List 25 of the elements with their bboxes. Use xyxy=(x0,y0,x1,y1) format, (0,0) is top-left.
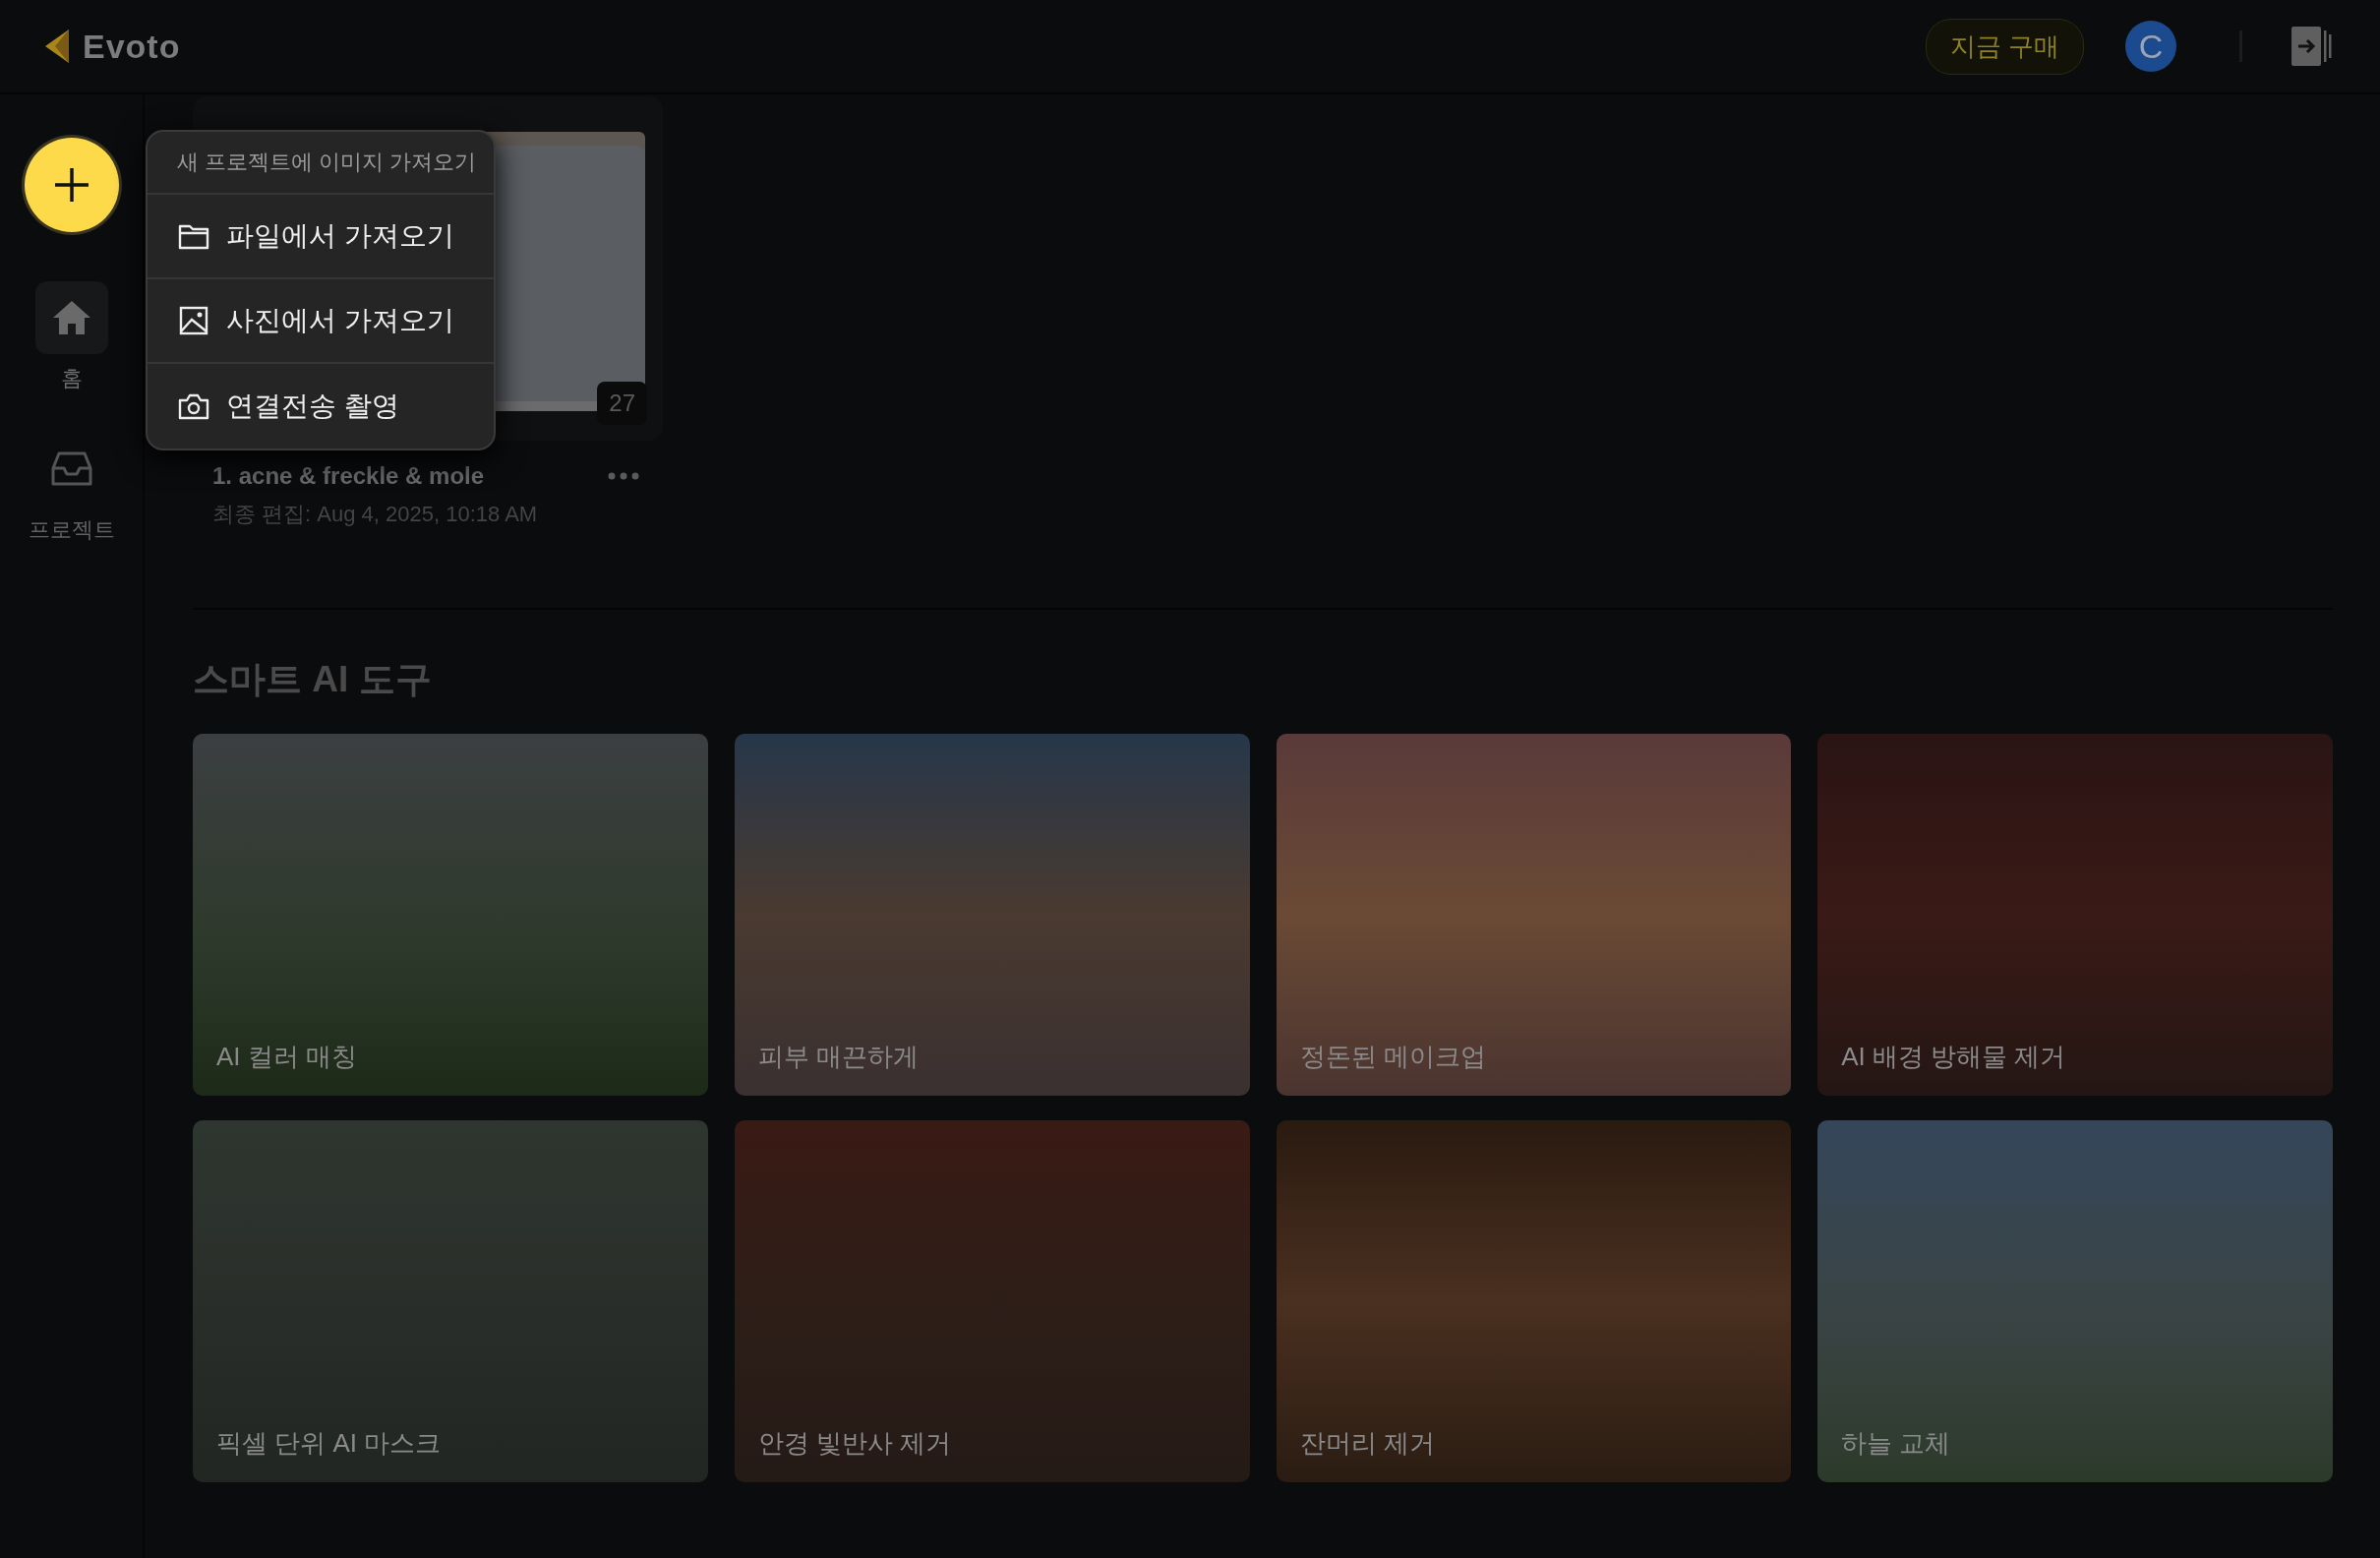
menu-item[interactable]: 사진에서 가져오기 xyxy=(148,279,494,364)
menu-item[interactable]: 연결전송 촬영 xyxy=(148,364,494,449)
tool-card[interactable]: 하늘 교체 xyxy=(1817,1120,2333,1482)
image-icon xyxy=(177,304,210,337)
panel-arrow-icon[interactable] xyxy=(2291,27,2333,66)
last-edited-text: 최종 편집: Aug 4, 2025, 10:18 AM xyxy=(211,501,539,528)
app-logo-text: Evoto xyxy=(83,27,181,66)
menu-title: 새 프로젝트에 이미지 가져오기 xyxy=(148,132,494,195)
new-project-button[interactable] xyxy=(24,138,119,232)
image-count: 27 xyxy=(597,382,647,425)
inbox-icon xyxy=(50,450,92,488)
logo-icon xyxy=(43,28,71,65)
tool-card[interactable]: 피부 매끈하게 xyxy=(734,734,1250,1096)
tool-card[interactable]: 안경 빛반사 제거 xyxy=(734,1120,1250,1482)
tool-card[interactable]: 픽셀 단위 AI 마스크 xyxy=(193,1120,708,1482)
tool-card[interactable]: AI 배경 방해물 제거 xyxy=(1817,734,2333,1096)
tool-card[interactable]: 정돈된 메이크업 xyxy=(1276,734,1792,1096)
section-title: 스마트 AI 도구 xyxy=(193,658,433,701)
project-title: 1. acne & freckle & mole xyxy=(212,462,486,490)
tool-card[interactable]: 잔머리 제거 xyxy=(1276,1120,1792,1482)
buy-now-button[interactable]: 지금 구매 xyxy=(1925,18,2084,75)
sidebar-item[interactable]: 프로젝트 xyxy=(28,433,115,545)
menu-item[interactable]: 파일에서 가져오기 xyxy=(148,195,494,279)
tool-card[interactable]: AI 컬러 매칭 xyxy=(193,734,708,1096)
user-avatar[interactable]: C xyxy=(2125,21,2176,72)
